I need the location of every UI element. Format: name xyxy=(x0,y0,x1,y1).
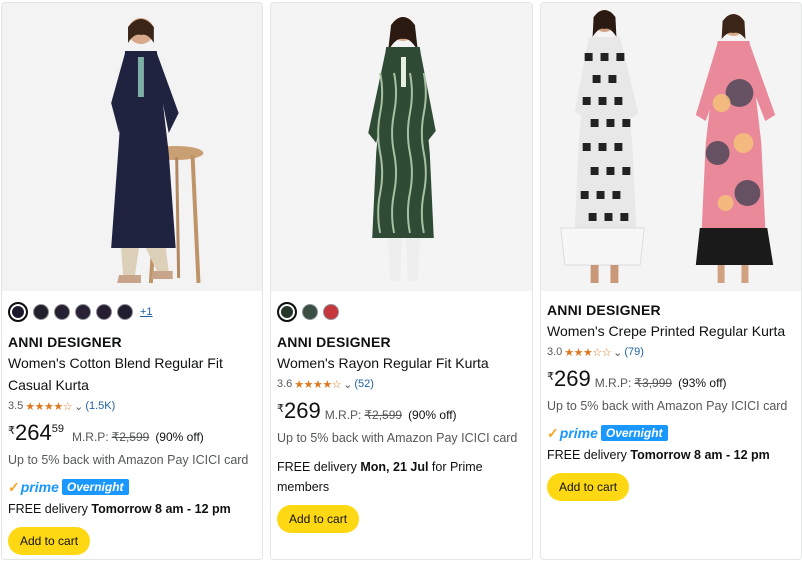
price[interactable]: ₹ 269 M.R.P: ₹2,599 (90% off) xyxy=(277,399,528,427)
add-to-cart-button[interactable]: Add to cart xyxy=(547,473,630,501)
color-swatch[interactable] xyxy=(33,304,49,320)
add-to-cart-button[interactable]: Add to cart xyxy=(8,527,91,555)
rating-value: 3.6 xyxy=(277,378,293,390)
prime-badge: ✓ prime Overnight xyxy=(8,477,258,497)
mrp-value: ₹2,599 xyxy=(111,430,150,444)
prime-check-icon: ✓ xyxy=(547,424,559,441)
prime-badge: ✓ prime Overnight xyxy=(547,423,797,443)
product-image[interactable] xyxy=(2,3,262,291)
product-title[interactable]: Women's Rayon Regular Fit Kurta xyxy=(277,352,528,374)
color-swatch[interactable] xyxy=(54,304,70,320)
delivery-prefix: FREE delivery xyxy=(277,460,361,474)
product-card[interactable]: ANNI DESIGNER Women's Rayon Regular Fit … xyxy=(270,2,533,560)
brand-name: ANNI DESIGNER xyxy=(277,334,391,350)
color-swatch[interactable] xyxy=(323,304,339,320)
color-swatch[interactable] xyxy=(8,302,28,322)
color-swatch[interactable] xyxy=(302,304,318,320)
color-swatches: +1 xyxy=(8,301,258,323)
discount-text: (90% off) xyxy=(408,408,457,422)
prime-check-icon: ✓ xyxy=(8,478,20,495)
product-image[interactable] xyxy=(541,3,801,291)
color-swatches xyxy=(277,301,528,323)
cashback-text: Up to 5% back with Amazon Pay ICICI card xyxy=(547,399,788,413)
delivery-date: Mon, 21 Jul xyxy=(360,460,429,474)
currency-symbol: ₹ xyxy=(8,425,15,437)
currency-symbol: ₹ xyxy=(547,371,554,383)
cashback-text: Up to 5% back with Amazon Pay ICICI card xyxy=(8,453,249,467)
overnight-badge: Overnight xyxy=(600,425,668,441)
brand-name: ANNI DESIGNER xyxy=(8,334,122,350)
product-image[interactable] xyxy=(271,3,532,291)
color-swatch[interactable] xyxy=(117,304,133,320)
prime-label: prime xyxy=(20,479,59,495)
delivery-prefix: FREE delivery xyxy=(547,448,631,462)
delivery-text: FREE delivery Tomorrow 8 am - 12 pm xyxy=(8,499,258,519)
price[interactable]: ₹ 269 M.R.P: ₹3,999 (93% off) xyxy=(547,367,797,395)
add-to-cart-button[interactable]: Add to cart xyxy=(277,505,360,533)
rating-row[interactable]: 3.5 ★★★★☆ ⌄ (1.5K) xyxy=(8,397,258,415)
more-colors-link[interactable]: +1 xyxy=(140,306,153,318)
rating-row[interactable]: 3.6 ★★★★☆ ⌄ (52) xyxy=(277,375,528,393)
overnight-badge: Overnight xyxy=(61,479,129,495)
price-fraction: 59 xyxy=(51,423,64,435)
star-rating-icon[interactable]: ★★★☆☆ xyxy=(564,346,611,359)
price-whole: 269 xyxy=(554,366,591,391)
star-rating-icon[interactable]: ★★★★☆ xyxy=(25,400,72,413)
delivery-text: FREE delivery Tomorrow 8 am - 12 pm xyxy=(547,445,797,465)
product-title[interactable]: Women's Cotton Blend Regular Fit Casual … xyxy=(8,352,258,396)
chevron-down-icon[interactable]: ⌄ xyxy=(343,378,352,391)
product-card[interactable]: ANNI DESIGNER Women's Crepe Printed Regu… xyxy=(540,2,802,560)
color-swatch[interactable] xyxy=(96,304,112,320)
delivery-text: FREE delivery Mon, 21 Jul for Prime memb… xyxy=(277,457,528,497)
discount-text: (93% off) xyxy=(678,376,727,390)
color-swatch[interactable] xyxy=(75,304,91,320)
review-count-link[interactable]: (79) xyxy=(624,346,644,358)
delivery-date: Tomorrow 8 am - 12 pm xyxy=(91,502,231,516)
product-title[interactable]: Women's Crepe Printed Regular Kurta xyxy=(547,320,797,342)
chevron-down-icon[interactable]: ⌄ xyxy=(613,346,622,359)
product-card[interactable]: +1 ANNI DESIGNER Women's Cotton Blend Re… xyxy=(1,2,263,560)
color-swatch[interactable] xyxy=(277,302,297,322)
currency-symbol: ₹ xyxy=(277,403,284,415)
review-count-link[interactable]: (1.5K) xyxy=(85,400,115,412)
delivery-prefix: FREE delivery xyxy=(8,502,92,516)
prime-label: prime xyxy=(559,425,598,441)
rating-row[interactable]: 3.0 ★★★☆☆ ⌄ (79) xyxy=(547,343,797,361)
brand-name: ANNI DESIGNER xyxy=(547,302,661,318)
delivery-date: Tomorrow 8 am - 12 pm xyxy=(630,448,770,462)
rating-value: 3.5 xyxy=(8,400,24,412)
price-whole: 264 xyxy=(15,420,52,445)
price-whole: 269 xyxy=(284,398,321,423)
star-rating-icon[interactable]: ★★★★☆ xyxy=(294,378,341,391)
mrp-label: M.R.P: xyxy=(71,430,109,444)
cashback-text: Up to 5% back with Amazon Pay ICICI card xyxy=(277,431,518,445)
rating-value: 3.0 xyxy=(547,346,563,358)
mrp-label: M.R.P: xyxy=(594,376,632,390)
mrp-value: ₹3,999 xyxy=(634,376,673,390)
mrp-label: M.R.P: xyxy=(324,408,362,422)
discount-text: (90% off) xyxy=(155,430,204,444)
price[interactable]: ₹ 264 59 M.R.P: ₹2,599 (90% off) xyxy=(8,421,258,449)
chevron-down-icon[interactable]: ⌄ xyxy=(74,400,83,413)
review-count-link[interactable]: (52) xyxy=(354,378,374,390)
mrp-value: ₹2,599 xyxy=(364,408,403,422)
